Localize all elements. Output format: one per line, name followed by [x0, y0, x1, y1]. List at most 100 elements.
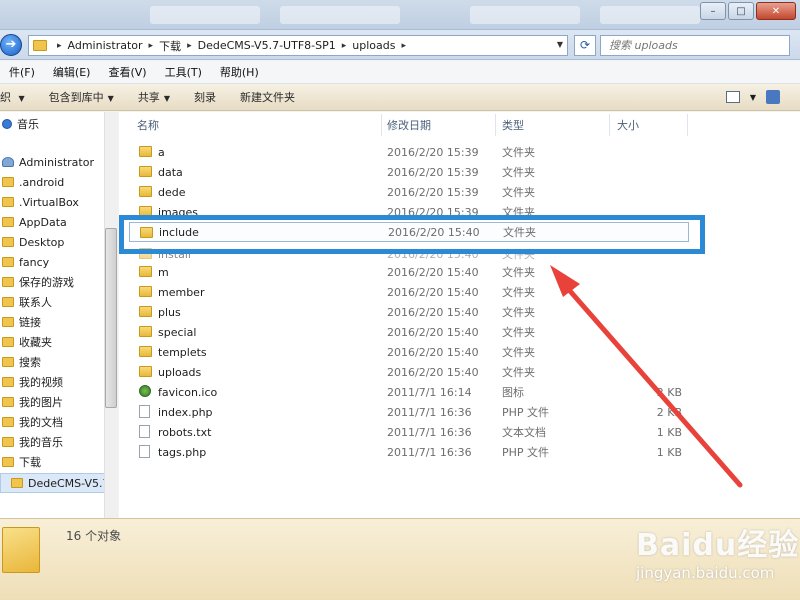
- sidebar-item[interactable]: Administrator: [2, 152, 94, 172]
- sidebar-item[interactable]: .android: [2, 172, 64, 192]
- file-row[interactable]: uploads 2016/2/20 15:40 文件夹: [129, 362, 689, 382]
- sidebar-item-label: 链接: [19, 316, 41, 329]
- view-options-icon[interactable]: [725, 91, 740, 103]
- file-date: 2016/2/20 15:40: [387, 365, 479, 379]
- new-folder-button[interactable]: 新建文件夹: [228, 89, 307, 105]
- sidebar-item[interactable]: 链接: [2, 312, 41, 332]
- blurred-tab: [600, 6, 700, 24]
- window-controls: – □ ✕: [700, 2, 796, 20]
- menu-help[interactable]: 帮助(H): [211, 64, 268, 80]
- sidebar-item[interactable]: 搜索: [2, 352, 41, 372]
- sidebar-item-label: .android: [19, 175, 65, 189]
- file-icon: [139, 445, 150, 458]
- sidebar-item-selected[interactable]: DedeCMS-V5.7: [0, 473, 117, 493]
- chevron-down-icon[interactable]: ▼: [750, 93, 756, 102]
- breadcrumb-item[interactable]: 下载: [159, 38, 181, 54]
- chevron-down-icon: ▼: [163, 94, 170, 103]
- sidebar-item[interactable]: 我的视频: [2, 372, 63, 392]
- file-row[interactable]: a 2016/2/20 15:39 文件夹: [129, 142, 689, 162]
- blurred-tab: [150, 6, 260, 24]
- address-bar[interactable]: ▸ Administrator ▸ 下载 ▸ DedeCMS-V5.7-UTF8…: [28, 35, 568, 56]
- column-divider[interactable]: [687, 114, 688, 136]
- preview-pane-icon[interactable]: [766, 90, 780, 104]
- file-row[interactable]: data 2016/2/20 15:39 文件夹: [129, 162, 689, 182]
- file-row[interactable]: plus 2016/2/20 15:40 文件夹: [129, 302, 689, 322]
- column-header-name[interactable]: 名称: [137, 114, 159, 136]
- breadcrumb-item[interactable]: Administrator: [68, 39, 143, 52]
- close-button[interactable]: ✕: [756, 2, 796, 20]
- column-divider[interactable]: [381, 114, 382, 136]
- sidebar-item[interactable]: AppData: [2, 212, 67, 232]
- file-type: 文件夹: [502, 366, 535, 379]
- sidebar-item[interactable]: .VirtualBox: [2, 192, 79, 212]
- file-row[interactable]: tags.php 2011/7/1 16:36 PHP 文件 1 KB: [129, 442, 689, 462]
- folder-icon: [2, 297, 14, 307]
- file-row[interactable]: special 2016/2/20 15:40 文件夹: [129, 322, 689, 342]
- sidebar-item[interactable]: 我的文档: [2, 412, 63, 432]
- column-header-type[interactable]: 类型: [502, 114, 524, 136]
- sidebar-item-label: 保存的游戏: [19, 276, 74, 289]
- chevron-right-icon[interactable]: ▸: [57, 41, 62, 51]
- file-icon: [139, 405, 150, 418]
- sidebar-item-label: 联系人: [19, 296, 52, 309]
- sidebar-item[interactable]: Desktop: [2, 232, 64, 252]
- sidebar-scrollbar-thumb[interactable]: [105, 228, 117, 408]
- column-header-date[interactable]: 修改日期: [387, 114, 431, 136]
- column-divider[interactable]: [609, 114, 610, 136]
- folder-icon: [33, 40, 47, 51]
- file-type: 文件夹: [502, 286, 535, 299]
- file-date: 2011/7/1 16:14: [387, 385, 472, 399]
- file-date: 2016/2/20 15:40: [387, 345, 479, 359]
- sidebar-item-label: 音乐: [17, 118, 39, 131]
- share-button[interactable]: 共享 ▼: [126, 89, 182, 105]
- chevron-right-icon[interactable]: ▸: [149, 41, 154, 51]
- folder-icon: [2, 217, 14, 227]
- back-arrow-icon[interactable]: ➔: [0, 34, 22, 56]
- chevron-right-icon[interactable]: ▸: [342, 41, 347, 51]
- column-header-size[interactable]: 大小: [617, 114, 639, 136]
- file-list: 名称 修改日期 类型 大小 a 2016/2/20 15:39 文件夹 data 20…: [119, 112, 800, 518]
- file-row[interactable]: templets 2016/2/20 15:40 文件夹: [129, 342, 689, 362]
- menu-view[interactable]: 查看(V): [99, 64, 155, 80]
- minimize-button[interactable]: –: [700, 2, 726, 20]
- burn-button[interactable]: 刻录: [182, 89, 228, 105]
- file-row[interactable]: index.php 2011/7/1 16:36 PHP 文件 2 KB: [129, 402, 689, 422]
- folder-icon: [2, 317, 14, 327]
- breadcrumb-item[interactable]: uploads: [352, 39, 395, 52]
- column-divider[interactable]: [495, 114, 496, 136]
- menu-bar: 件(F) 编辑(E) 查看(V) 工具(T) 帮助(H): [0, 61, 800, 84]
- sidebar-item[interactable]: 收藏夹: [2, 332, 52, 352]
- sidebar-item[interactable]: 保存的游戏: [2, 272, 74, 292]
- sidebar-item[interactable]: fancy: [2, 252, 49, 272]
- folder-icon: [2, 177, 14, 187]
- sidebar-item[interactable]: 下载: [2, 452, 41, 472]
- file-date: 2016/2/20 15:40: [387, 325, 479, 339]
- sidebar-item[interactable]: 我的图片: [2, 392, 63, 412]
- file-row[interactable]: m 2016/2/20 15:40 文件夹: [129, 262, 689, 282]
- sidebar-item-label: DedeCMS-V5.7: [28, 476, 110, 490]
- sidebar-item[interactable]: 联系人: [2, 292, 52, 312]
- organize-partial-button[interactable]: 织 ▼: [0, 89, 37, 105]
- file-type: 文件夹: [502, 166, 535, 179]
- chevron-down-icon[interactable]: ▼: [557, 40, 563, 49]
- file-row[interactable]: dede 2016/2/20 15:39 文件夹: [129, 182, 689, 202]
- sidebar-item[interactable]: 我的音乐: [2, 432, 63, 452]
- refresh-button[interactable]: ⟳: [574, 35, 596, 56]
- file-row[interactable]: member 2016/2/20 15:40 文件夹: [129, 282, 689, 302]
- file-name: member: [158, 285, 205, 299]
- menu-edit[interactable]: 编辑(E): [44, 64, 100, 80]
- include-in-library-button[interactable]: 包含到库中 ▼: [37, 89, 126, 105]
- chevron-right-icon[interactable]: ▸: [187, 41, 192, 51]
- menu-file-partial[interactable]: 件(F): [0, 64, 44, 80]
- chevron-right-icon[interactable]: ▸: [401, 41, 406, 51]
- menu-tools[interactable]: 工具(T): [156, 64, 211, 80]
- file-row[interactable]: favicon.ico 2011/7/1 16:14 图标 2 KB: [129, 382, 689, 402]
- folder-icon: [139, 166, 152, 177]
- search-input[interactable]: [601, 36, 789, 55]
- sidebar-item-label: 我的文档: [19, 416, 63, 429]
- sidebar-item[interactable]: 音乐: [2, 114, 39, 134]
- folder-icon: [139, 266, 152, 277]
- breadcrumb-item[interactable]: DedeCMS-V5.7-UTF8-SP1: [198, 39, 336, 52]
- maximize-button[interactable]: □: [728, 2, 754, 20]
- file-row[interactable]: robots.txt 2011/7/1 16:36 文本文档 1 KB: [129, 422, 689, 442]
